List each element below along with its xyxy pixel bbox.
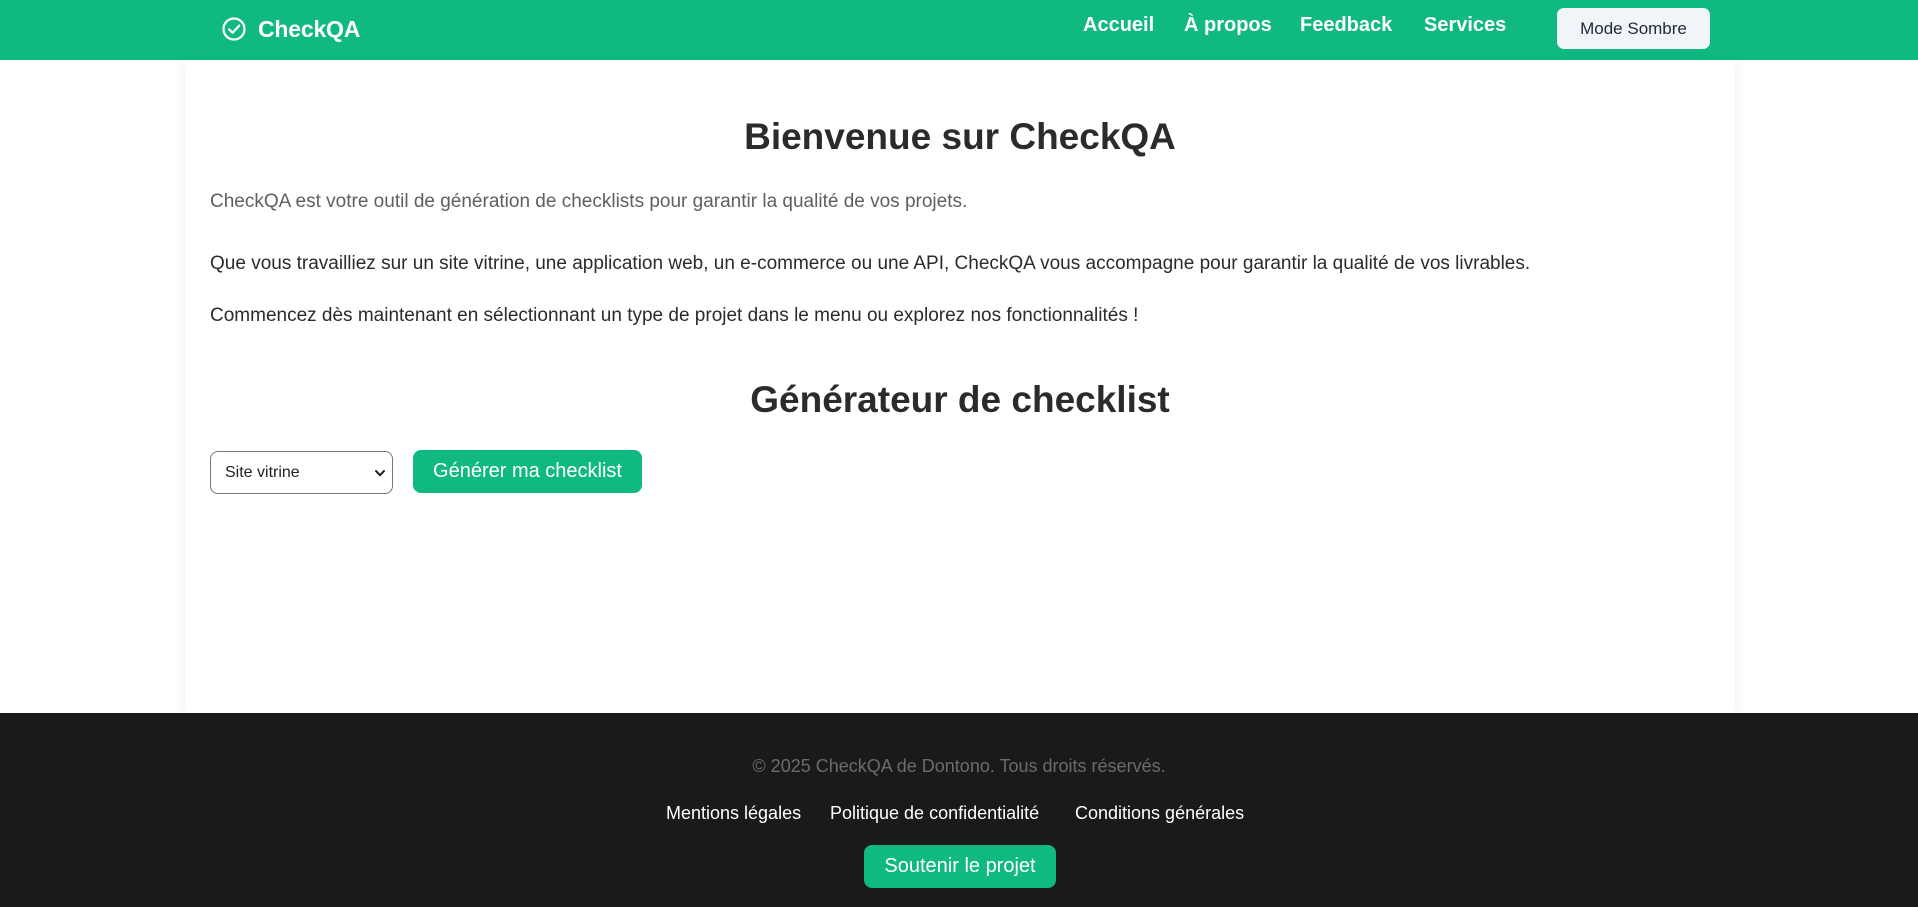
support-project-button[interactable]: Soutenir le projet (864, 845, 1056, 888)
page-title: Bienvenue sur CheckQA (744, 116, 1176, 157)
nav-link-services[interactable]: Services (1424, 12, 1506, 38)
generator-title: Générateur de checklist (750, 379, 1170, 420)
site-footer: © 2025 CheckQA de Dontono. Tous droits r… (0, 713, 1918, 907)
footer-link-mentions-legales[interactable]: Mentions légales (666, 801, 801, 825)
footer-links: Mentions légales Politique de confidenti… (0, 801, 1918, 825)
footer-link-politique-confidentialite[interactable]: Politique de confidentialité (830, 801, 1039, 825)
nav-link-feedback[interactable]: Feedback (1300, 12, 1392, 38)
nav-link-a-propos[interactable]: À propos (1184, 12, 1272, 38)
copyright-text: © 2025 CheckQA de Dontono. Tous droits r… (752, 756, 1166, 776)
intro-paragraph: Commencez dès maintenant en sélectionnan… (210, 305, 1139, 326)
footer-link-conditions-generales[interactable]: Conditions générales (1075, 801, 1244, 825)
generate-checklist-button[interactable]: Générer ma checklist (413, 450, 642, 493)
top-navbar: CheckQA Accueil À propos Feedback Servic… (0, 0, 1918, 60)
nav-link-accueil[interactable]: Accueil (1083, 12, 1154, 38)
intro-paragraph: Que vous travailliez sur un site vitrine… (210, 253, 1531, 274)
intro-lead-text: CheckQA est votre outil de génération de… (210, 191, 968, 212)
dark-mode-toggle-button[interactable]: Mode Sombre (1557, 8, 1710, 49)
main-content-card: Bienvenue sur CheckQA CheckQA est votre … (185, 60, 1735, 713)
project-type-select[interactable]: Site vitrine (210, 451, 393, 494)
project-type-select-wrapper: Site vitrine (210, 451, 393, 494)
